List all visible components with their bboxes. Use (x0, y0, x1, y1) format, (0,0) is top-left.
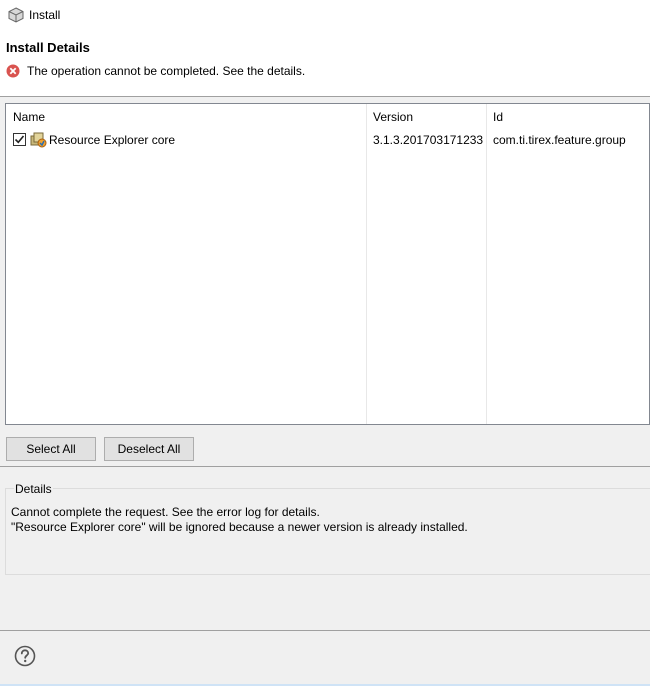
deselect-all-button[interactable]: Deselect All (104, 437, 194, 461)
separator (0, 466, 650, 467)
row-id: com.ti.tirex.feature.group (493, 133, 626, 147)
title-bar: Install (0, 0, 650, 30)
page-title: Install Details (6, 40, 90, 55)
column-header-name[interactable]: Name (13, 110, 45, 124)
features-table[interactable]: Name Version Id Resource Explorer core 3… (5, 103, 650, 425)
details-line: "Resource Explorer core" will be ignored… (11, 520, 468, 534)
column-header-version[interactable]: Version (373, 110, 413, 124)
feature-plugin-icon (30, 132, 47, 148)
box-icon (8, 7, 24, 23)
help-icon[interactable] (14, 645, 36, 667)
details-label: Details (14, 482, 53, 496)
column-divider (486, 104, 487, 424)
error-message: The operation cannot be completed. See t… (27, 64, 306, 78)
row-name: Resource Explorer core (49, 133, 176, 147)
row-checkbox[interactable] (13, 133, 26, 146)
select-all-button[interactable]: Select All (6, 437, 96, 461)
column-divider (366, 104, 367, 424)
error-icon (6, 64, 20, 78)
column-header-id[interactable]: Id (493, 110, 503, 124)
window-title: Install (29, 8, 61, 22)
separator (0, 630, 650, 631)
header-area: Install Details The operation cannot be … (0, 30, 650, 96)
row-version: 3.1.3.201703171233 (373, 133, 484, 147)
separator (0, 96, 650, 97)
table-row[interactable]: Resource Explorer core 3.1.3.20170317123… (6, 130, 649, 150)
checkmark-icon (14, 135, 25, 144)
details-text: Cannot complete the request. See the err… (11, 505, 468, 535)
details-line: Cannot complete the request. See the err… (11, 505, 320, 519)
